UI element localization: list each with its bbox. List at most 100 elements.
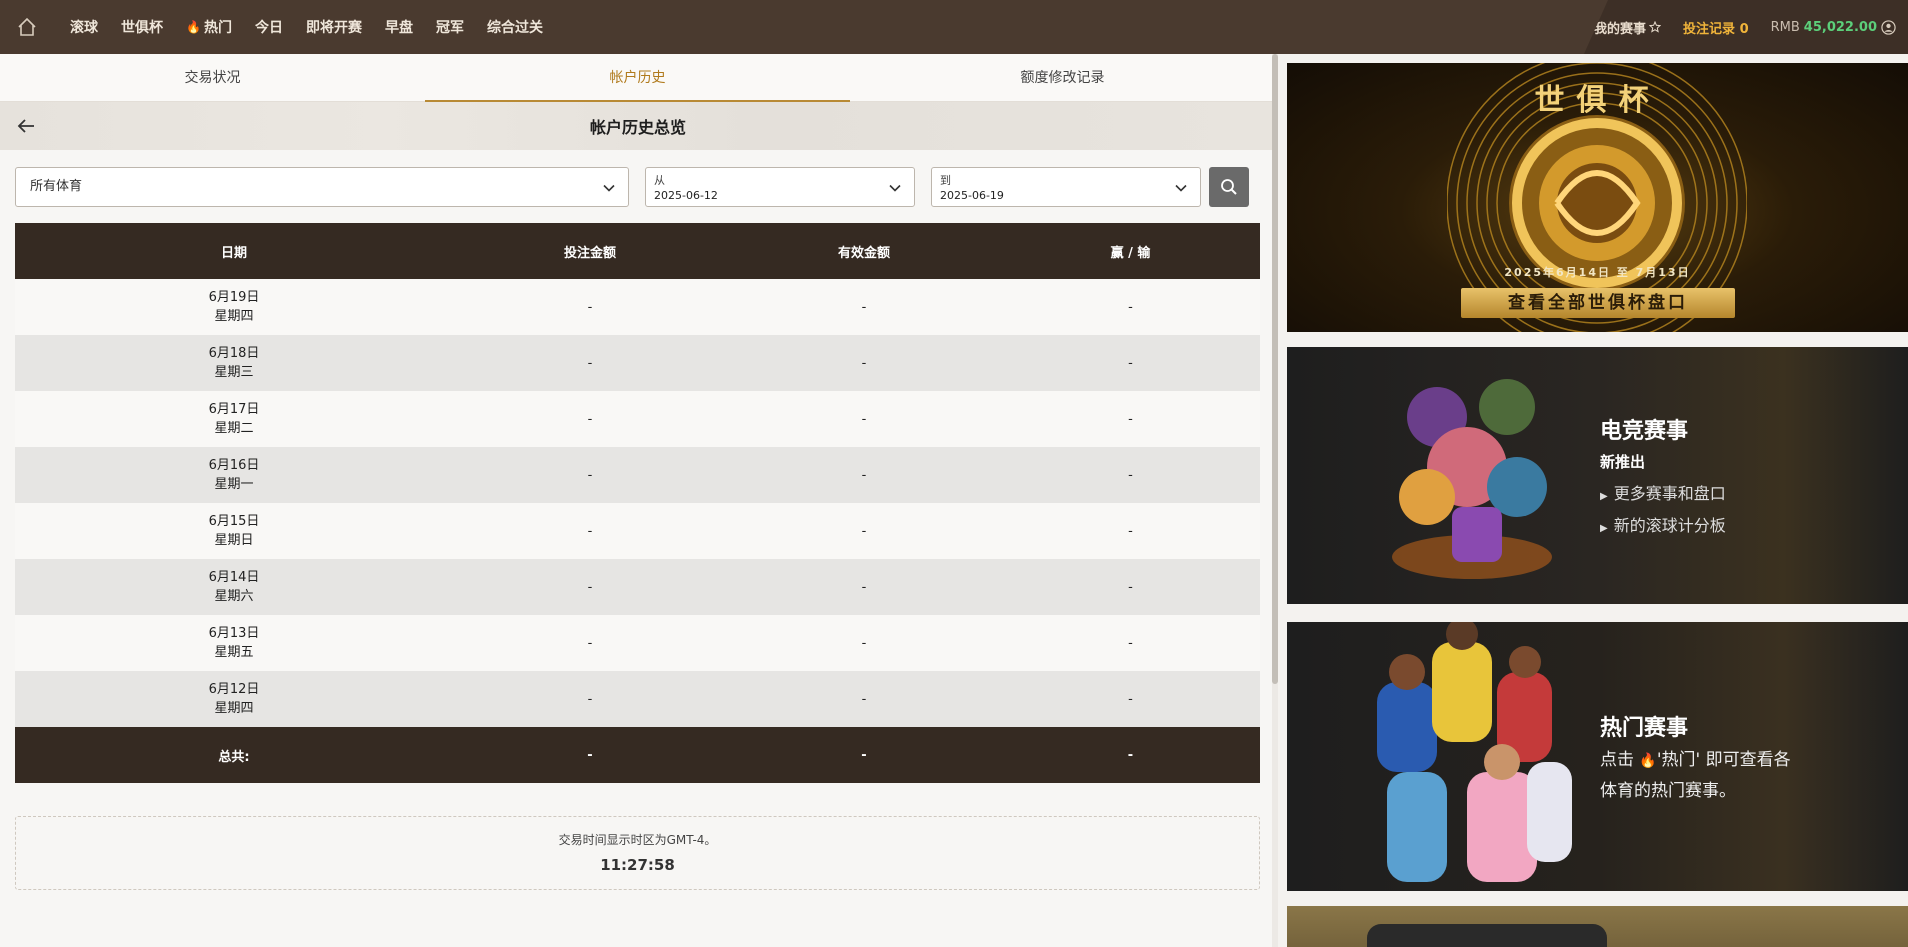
bet-record-link[interactable]: 投注记录 0 xyxy=(1683,18,1749,37)
promo-banner-partial[interactable] xyxy=(1287,906,1908,947)
row-valid: - xyxy=(861,523,867,539)
row-bet: - xyxy=(587,467,593,483)
star-icon xyxy=(1649,21,1662,33)
from-date-select[interactable]: 从 2025-06-12 xyxy=(645,167,915,207)
hot-events-title: 热门赛事 xyxy=(1600,716,1689,741)
chevron-down-icon xyxy=(889,184,901,192)
home-button[interactable] xyxy=(0,0,54,54)
date-text: 6月17日 xyxy=(208,402,260,417)
history-table: 日期 投注金额 有效金额 赢 / 输 6月19日 星期四 - - - 6月18日星… xyxy=(15,223,1260,783)
view-all-cwc-button[interactable]: 查看全部世俱杯盘口 xyxy=(1461,288,1735,318)
row-valid: - xyxy=(861,411,867,427)
row-date: 6月16日 星期一 xyxy=(15,456,453,494)
total-valid: - xyxy=(861,747,867,763)
row-date: 6月13日 星期五 xyxy=(15,624,453,662)
row-valid: - xyxy=(861,355,867,371)
table-row[interactable]: 6月14日 星期六 - - - xyxy=(15,559,1260,615)
top-navigation-bar: 滚球 世俱杯 🔥 热门 今日 即将开赛 早盘 冠军 综合过关 我的赛事 投注记录 … xyxy=(0,0,1908,54)
total-bet: - xyxy=(587,747,593,763)
table-body: 6月19日 星期四 - - - 6月18日星期三 - - - 6月17日 星期二 -… xyxy=(15,279,1260,727)
row-valid: - xyxy=(861,691,867,707)
nav-inplay[interactable]: 滚球 xyxy=(70,17,98,37)
weekday-text: 星期三 xyxy=(214,365,254,380)
hot-events-line1: 点击 🔥'热门' 即可查看各 xyxy=(1600,748,1791,773)
table-row[interactable]: 6月19日 星期四 - - - xyxy=(15,279,1260,335)
chevron-down-icon xyxy=(1175,184,1187,192)
date-text: 6月18日 xyxy=(208,346,260,361)
device-art xyxy=(1367,924,1607,947)
club-world-cup-banner[interactable]: 世俱杯 2025年6月14日 至 7月13日 查看全部世俱杯盘口 xyxy=(1287,63,1908,332)
my-events-link[interactable]: 我的赛事 xyxy=(1594,18,1662,37)
balance-display[interactable]: RMB 45,022.00 xyxy=(1771,20,1896,35)
page-title: 帐户历史总览 xyxy=(589,118,686,137)
row-valid: - xyxy=(861,579,867,595)
date-text: 6月14日 xyxy=(208,570,260,585)
nav-early[interactable]: 早盘 xyxy=(385,17,413,37)
nav-hot[interactable]: 🔥 热门 xyxy=(186,17,232,37)
nav-label: 热门 xyxy=(203,20,232,36)
hot-line1-b: '热门' 即可查看各 xyxy=(1656,750,1791,770)
table-row[interactable]: 6月17日 星期二 - - - xyxy=(15,391,1260,447)
filter-bar: 所有体育 从 2025-06-12 到 2025-06-19 xyxy=(15,167,1249,207)
row-valid: - xyxy=(861,299,867,315)
timezone-note: 交易时间显示时区为GMT-4。 xyxy=(558,833,717,847)
banner-date: 2025年6月14日 至 7月13日 xyxy=(1504,266,1691,279)
esports-line-text: 新的滚球计分板 xyxy=(1613,516,1726,535)
search-icon xyxy=(1221,179,1237,195)
nav-upcoming[interactable]: 即将开赛 xyxy=(306,17,362,37)
tab-account-history[interactable]: 帐户历史 xyxy=(425,54,850,102)
header-valid-amount: 有效金额 xyxy=(837,245,890,261)
header-date: 日期 xyxy=(220,245,247,261)
nav-label: 今日 xyxy=(254,20,283,36)
row-bet: - xyxy=(587,523,593,539)
row-winloss: - xyxy=(1128,691,1133,707)
row-date: 6月12日 星期四 xyxy=(15,680,453,718)
currency-label: RMB xyxy=(1770,19,1800,35)
table-row[interactable]: 6月13日 星期五 - - - xyxy=(15,615,1260,671)
row-date: 6月15日 星期日 xyxy=(15,512,453,550)
nav-today[interactable]: 今日 xyxy=(255,17,283,37)
tab-transaction-status[interactable]: 交易状况 xyxy=(0,54,425,101)
row-bet: - xyxy=(587,299,593,315)
user-icon xyxy=(1881,19,1896,35)
hot-events-text: 热门赛事 点击 🔥'热门' 即可查看各 体育的热门赛事。 xyxy=(1600,710,1791,803)
esports-banner[interactable]: 电竞赛事 新推出 ▶ 更多赛事和盘口 ▶ 新的滚球计分板 xyxy=(1287,347,1908,604)
table-row[interactable]: 6月18日 星期三 - - - xyxy=(15,335,1260,391)
to-label: 到 xyxy=(940,174,951,187)
my-events-label: 我的赛事 xyxy=(1594,21,1647,37)
bet-record-label: 投注记录 0 xyxy=(1683,21,1749,37)
search-button[interactable] xyxy=(1209,167,1249,207)
row-bet: - xyxy=(587,411,593,427)
table-row[interactable]: 6月12日 星期四 - - - xyxy=(15,671,1260,727)
triangle-icon: ▶ xyxy=(1600,491,1608,502)
row-winloss: - xyxy=(1128,411,1133,427)
table-row[interactable]: 6月16日 星期一 - - - xyxy=(15,447,1260,503)
to-date-select[interactable]: 到 2025-06-19 xyxy=(931,167,1201,207)
esports-title: 电竞赛事 xyxy=(1600,419,1689,444)
hot-events-banner[interactable]: 热门赛事 点击 🔥'热门' 即可查看各 体育的热门赛事。 xyxy=(1287,622,1908,891)
hot-events-line2: 体育的热门赛事。 xyxy=(1600,781,1736,801)
weekday-text: 星期四 xyxy=(214,309,254,324)
row-bet: - xyxy=(587,635,593,651)
nav-label: 冠军 xyxy=(435,20,464,36)
esports-text: 电竞赛事 新推出 ▶ 更多赛事和盘口 ▶ 新的滚球计分板 xyxy=(1600,413,1726,536)
banner-title: 世俱杯 xyxy=(1534,83,1661,118)
nav-club-world-cup[interactable]: 世俱杯 xyxy=(121,17,163,37)
back-arrow-icon[interactable] xyxy=(14,114,38,138)
chevron-down-icon xyxy=(603,184,615,192)
row-date: 6月19日 星期四 xyxy=(15,288,453,326)
tab-limit-changes[interactable]: 额度修改记录 xyxy=(850,54,1275,101)
table-row[interactable]: 6月15日 星期日 - - - xyxy=(15,503,1260,559)
nav-parlay[interactable]: 综合过关 xyxy=(487,17,543,37)
row-date: 6月17日 星期二 xyxy=(15,400,453,438)
weekday-text: 星期一 xyxy=(214,477,254,492)
balance-value: 45,022.00 xyxy=(1803,19,1877,35)
promo-sidebar: 世俱杯 2025年6月14日 至 7月13日 查看全部世俱杯盘口 电竞赛事 新推… xyxy=(1278,54,1908,947)
sport-select[interactable]: 所有体育 xyxy=(15,167,629,207)
row-winloss: - xyxy=(1128,467,1133,483)
row-bet: - xyxy=(587,691,593,707)
page-header: 帐户历史总览 xyxy=(0,102,1276,150)
row-winloss: - xyxy=(1128,355,1133,371)
nav-outright[interactable]: 冠军 xyxy=(436,17,464,37)
row-winloss: - xyxy=(1128,523,1133,539)
